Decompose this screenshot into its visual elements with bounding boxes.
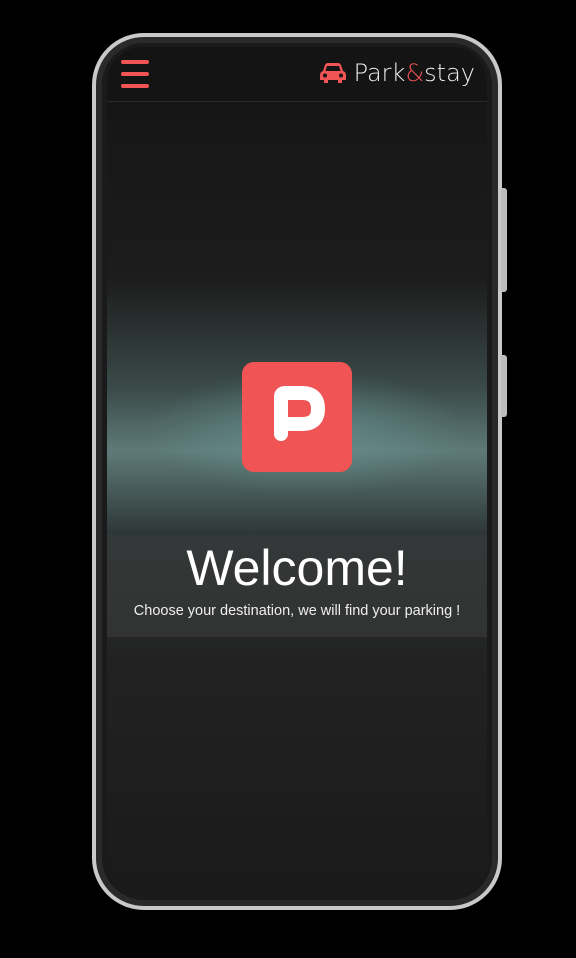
side-button: [501, 188, 507, 292]
brand-name: Park&stay: [353, 59, 475, 87]
car-icon: [319, 63, 346, 83]
welcome-title: Welcome!: [186, 540, 408, 596]
hamburger-icon[interactable]: [121, 60, 149, 88]
background-photo: [107, 102, 487, 895]
brand: Park&stay: [319, 59, 475, 87]
side-button: [501, 355, 507, 417]
screen: Park&stay Welcome! Choose your destinati…: [107, 47, 487, 895]
app-header: Park&stay: [107, 47, 487, 102]
welcome-subtitle: Choose your destination, we will find yo…: [133, 603, 461, 619]
welcome-panel: Welcome! Choose your destination, we wil…: [107, 535, 487, 637]
parking-logo-icon: [242, 362, 352, 472]
